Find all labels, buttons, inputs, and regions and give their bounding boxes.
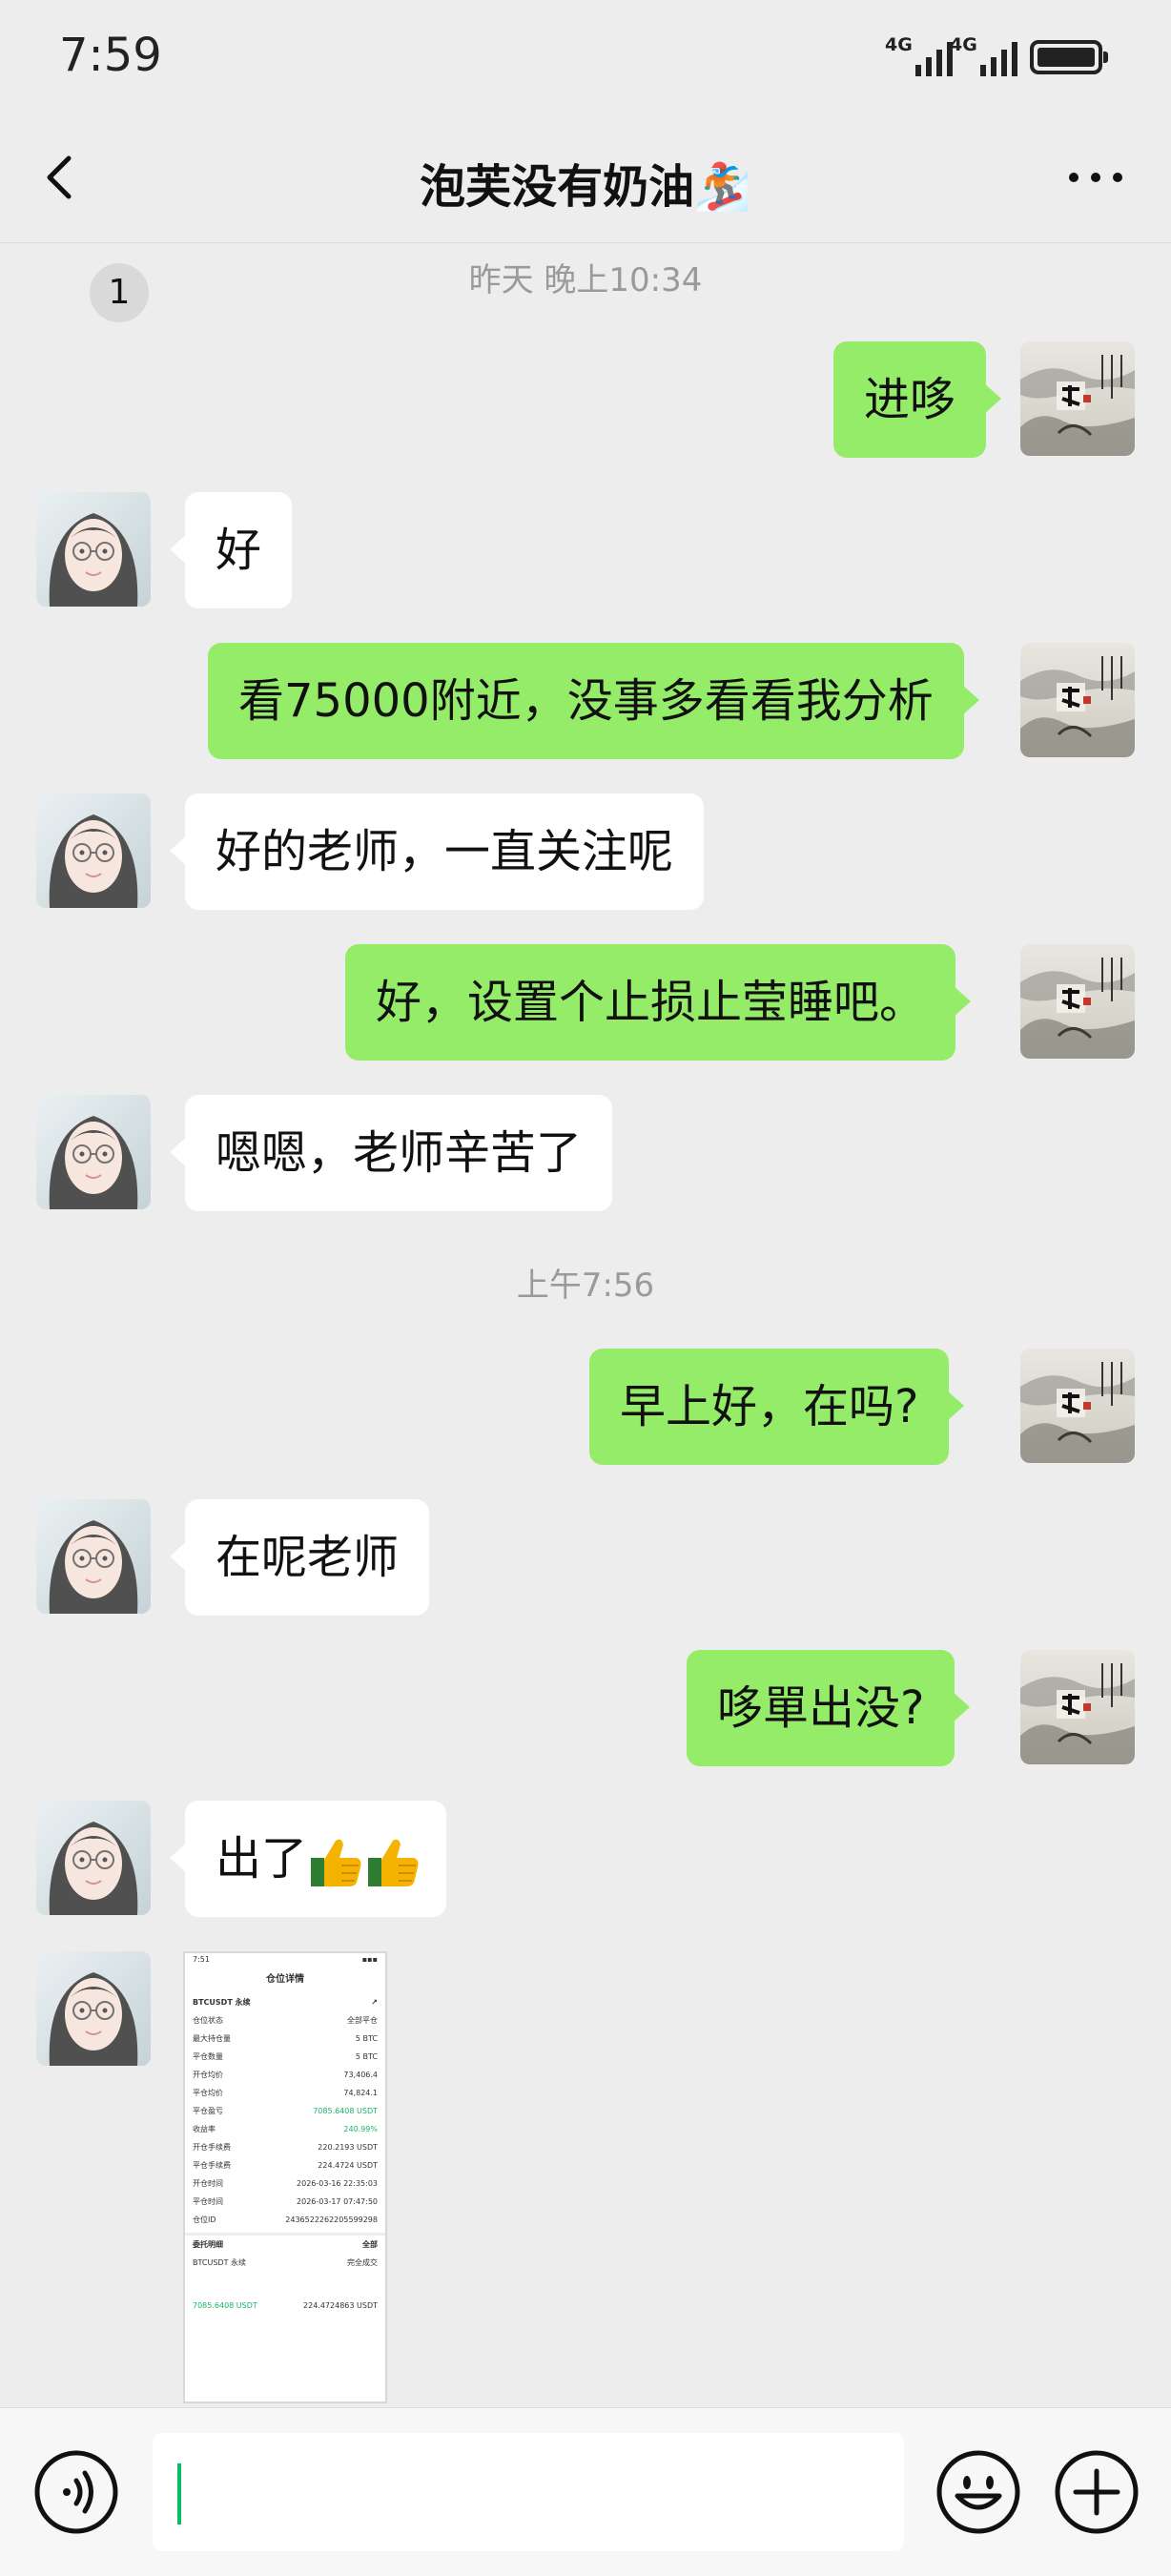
my-avatar[interactable]	[1020, 944, 1135, 1059]
voice-icon[interactable]	[32, 2448, 120, 2536]
contact-avatar[interactable]	[36, 793, 151, 908]
more-icon[interactable]	[1066, 170, 1125, 185]
screenshot-row-value: 2026-03-17 07:47:50	[297, 2197, 378, 2206]
screenshot-row-value: 7085.6408 USDT	[313, 2107, 378, 2115]
screenshot-row-value: 224.4724 USDT	[318, 2161, 378, 2170]
screenshot-row-value: 2026-03-16 22:35:03	[297, 2179, 378, 2188]
screenshot-row-label: 收益率	[193, 2125, 216, 2133]
screenshot-row-label: 最大持仓量	[193, 2034, 231, 2043]
message-bubble-incoming[interactable]: 嗯嗯，老师辛苦了	[169, 1095, 613, 1211]
screenshot-footer: 7085.6408 USDT	[193, 2301, 257, 2310]
message-bubble-outgoing[interactable]: 好，设置个止损止莹睡吧。	[345, 944, 972, 1061]
screenshot-row-value: 220.2193 USDT	[318, 2143, 378, 2152]
status-bar: 7:59 4G 4G	[0, 0, 1171, 114]
message-text: 出了	[216, 1832, 308, 1886]
contact-avatar[interactable]	[36, 1499, 151, 1614]
chat-timestamp: 昨天 晚上10:34	[468, 261, 703, 299]
message-bubble-outgoing[interactable]: 哆單出没?	[687, 1650, 971, 1766]
screenshot-row: 仓位状态 全部平仓	[185, 2011, 385, 2030]
screenshot-footer: 224.4724863 USDT	[303, 2301, 378, 2310]
screenshot-row-label: 开仓手续费	[193, 2143, 231, 2152]
status-time: 7:59	[59, 29, 162, 82]
screenshot-row: 平仓数量 5 BTC	[185, 2048, 385, 2066]
screenshot-title: 仓位详情	[266, 1974, 304, 1985]
screenshot-footer: 全部	[362, 2240, 378, 2249]
screenshot-row-value: 5 BTC	[355, 2034, 378, 2043]
message-input[interactable]	[153, 2433, 904, 2551]
input-bar	[0, 2407, 1171, 2576]
screenshot-row-label: 开仓均价	[193, 2071, 223, 2079]
contact-avatar[interactable]	[36, 1095, 151, 1209]
screenshot-row-label: 开仓时间	[193, 2179, 223, 2188]
screenshot-row: 平仓手续费 224.4724 USDT	[185, 2156, 385, 2174]
chat-title[interactable]: 泡芙没有奶油🏂	[0, 149, 1171, 216]
screenshot-row: 平仓时间 2026-03-17 07:47:50	[185, 2193, 385, 2211]
network-label-1: 4G	[885, 34, 913, 55]
contact-avatar[interactable]	[36, 1951, 151, 2066]
screenshot-row-value: 74,824.1	[343, 2089, 378, 2097]
screenshot-row: 最大持仓量 5 BTC	[185, 2030, 385, 2048]
chat-header: 1 泡芙没有奶油🏂	[0, 114, 1171, 322]
message-bubble-outgoing[interactable]: 进哆	[833, 341, 1002, 458]
battery-icon	[1030, 40, 1108, 74]
screenshot-row-value: 240.99%	[343, 2125, 378, 2133]
screenshot-row: 开仓时间 2026-03-16 22:35:03	[185, 2174, 385, 2193]
contact-avatar[interactable]	[36, 1801, 151, 1915]
message-bubble-incoming[interactable]: 在呢老师	[169, 1499, 430, 1616]
my-avatar[interactable]	[1020, 341, 1135, 456]
screenshot-footer: BTCUSDT 永续	[193, 2258, 247, 2267]
signal-icon	[915, 36, 953, 76]
screenshot-row-value: 5 BTC	[355, 2052, 378, 2061]
screenshot-row-label: 仓位状态	[193, 2016, 223, 2025]
network-label-2: 4G	[950, 34, 977, 55]
screenshot-row: 仓位ID 2436522262205599298	[185, 2211, 385, 2229]
screenshot-footer: 委托明细	[193, 2240, 223, 2249]
screenshot-row-label: 平仓时间	[193, 2197, 223, 2206]
thumbs-up-icon	[307, 1833, 364, 1890]
screenshot-row-value: 73,406.4	[343, 2071, 378, 2079]
screenshot-row: 平仓均价 74,824.1	[185, 2084, 385, 2102]
text-caret	[177, 2463, 181, 2524]
signal-icon	[980, 36, 1017, 76]
message-bubble-outgoing[interactable]: 看75000附近，没事多看看我分析	[208, 643, 979, 759]
screenshot-time: 7:51	[193, 1955, 210, 1964]
message-bubble-incoming[interactable]: 出了	[169, 1801, 447, 1917]
chat-timestamp: 上午7:56	[516, 1267, 655, 1305]
screenshot-symbol: BTCUSDT 永续	[193, 1998, 251, 2007]
my-avatar[interactable]	[1020, 1650, 1135, 1764]
plus-icon[interactable]	[1053, 2448, 1140, 2536]
screenshot-row-label: 平仓均价	[193, 2089, 223, 2097]
screenshot-row: 开仓手续费 220.2193 USDT	[185, 2138, 385, 2156]
screenshot-row: 收益率 240.99%	[185, 2120, 385, 2138]
message-bubble-incoming[interactable]: 好的老师，一直关注呢	[169, 793, 705, 910]
my-avatar[interactable]	[1020, 1349, 1135, 1463]
screenshot-row-value: 2436522262205599298	[285, 2215, 378, 2224]
screenshot-row-value: 全部平仓	[347, 2016, 378, 2025]
screenshot-row-label: 平仓盈亏	[193, 2107, 223, 2115]
contact-avatar[interactable]	[36, 492, 151, 607]
screenshot-row-label: 平仓手续费	[193, 2161, 231, 2170]
screenshot-footer: 完全成交	[347, 2258, 378, 2267]
screenshot-row: 平仓盈亏 7085.6408 USDT	[185, 2102, 385, 2120]
thumbs-up-icon	[364, 1833, 421, 1890]
screenshot-row-label: 仓位ID	[193, 2215, 216, 2224]
message-bubble-outgoing[interactable]: 早上好，在吗?	[589, 1349, 965, 1465]
screenshot-row: 开仓均价 73,406.4	[185, 2066, 385, 2084]
message-bubble-incoming[interactable]: 好	[169, 492, 293, 608]
screenshot-row-label: 平仓数量	[193, 2052, 223, 2061]
emoji-icon[interactable]	[935, 2448, 1022, 2536]
my-avatar[interactable]	[1020, 643, 1135, 757]
image-message[interactable]: 7:51 ▪▪▪ 仓位详情 BTCUSDT 永续 ↗ 仓位状态 全部平仓 最大持仓量 5 …	[183, 1951, 387, 2403]
screenshot-rows: 仓位状态 全部平仓最大持仓量 5 BTC 平仓数量 5 BTC 开仓均价 73,406.4 平…	[185, 2011, 385, 2229]
